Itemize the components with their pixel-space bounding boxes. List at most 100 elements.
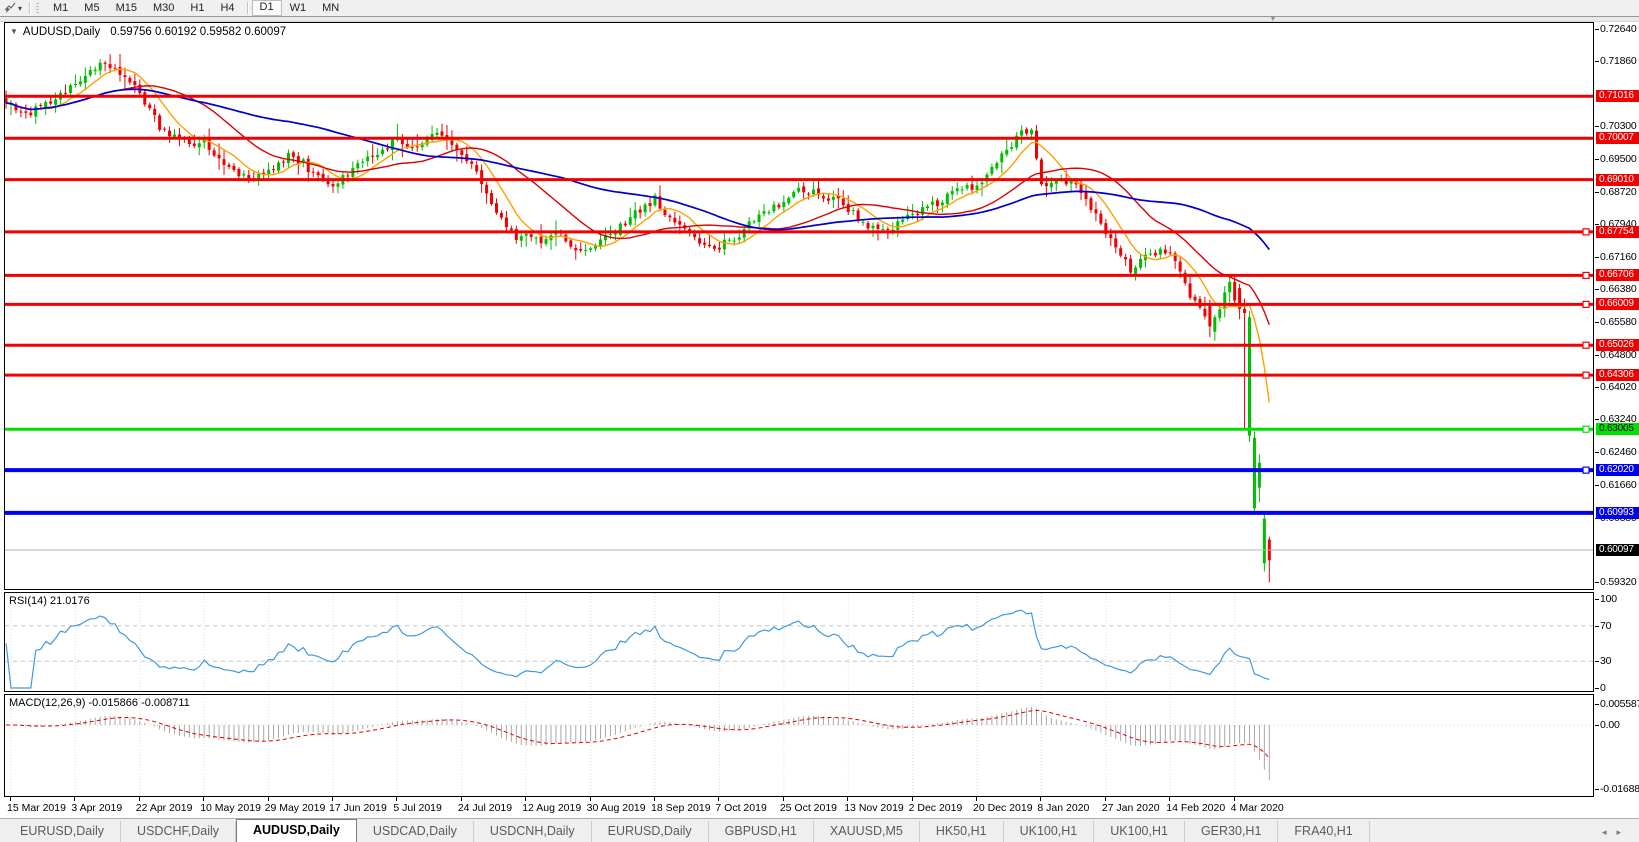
date-axis-label: 2 Dec 2019 (909, 802, 963, 814)
chart-tab-usdcnh-daily[interactable]: USDCNH,Daily (474, 821, 592, 842)
current-price-tag: 0.60097 (1596, 544, 1639, 556)
price-axis-tick-tickmark (1595, 29, 1599, 30)
toolbar-grip[interactable] (36, 3, 39, 14)
chart-tab-eurusd-daily[interactable]: EURUSD,Daily (592, 821, 709, 842)
date-axis-tickmark (590, 797, 591, 801)
tab-scroll-arrows[interactable]: ◂▸ (1602, 827, 1631, 838)
chart-tab-usdchf-daily[interactable]: USDCHF,Daily (121, 821, 236, 842)
timeframe-button-d1[interactable]: D1 (252, 0, 282, 16)
date-axis-label: 25 Oct 2019 (780, 802, 837, 814)
timeframe-button-m30[interactable]: M30 (145, 0, 182, 16)
chart-tab-audusd-daily[interactable]: AUDUSD,Daily (236, 819, 357, 842)
price-chart-panel[interactable]: ▼ AUDUSD,Daily 0.59756 0.60192 0.59582 0.6… (4, 22, 1594, 590)
date-axis-tickmark (654, 797, 655, 801)
date-axis-tickmark (1169, 797, 1170, 801)
timeframe-button-m5[interactable]: M5 (76, 0, 107, 16)
date-axis-label: 7 Oct 2019 (715, 802, 766, 814)
collapse-icon[interactable]: ▼ (10, 27, 18, 36)
price-axis-tick-tickmark (1595, 192, 1599, 193)
candlestick-chart[interactable] (5, 23, 1593, 589)
chart-tab-hk50-h1[interactable]: HK50,H1 (920, 821, 1004, 842)
toolbar-separator (247, 2, 248, 14)
rsi-panel[interactable]: RSI(14) 21.0176 (4, 592, 1594, 692)
date-axis-tickmark (461, 797, 462, 801)
chart-tab-fra40-h1[interactable]: FRA40,H1 (1278, 821, 1369, 842)
price-level-tag: 0.60993 (1596, 507, 1639, 519)
macd-axis-tick: 0.00 (1600, 719, 1620, 731)
price-axis-tick: 0.63240 (1600, 413, 1637, 425)
chart-ohlc-values: 0.59756 0.60192 0.59582 0.60097 (110, 26, 286, 38)
chart-tab-uk100-h1[interactable]: UK100,H1 (1094, 821, 1185, 842)
date-axis-tickmark (1040, 797, 1041, 801)
chart-tab-ger30-h1[interactable]: GER30,H1 (1185, 821, 1278, 842)
timeframe-button-h1[interactable]: H1 (182, 0, 212, 16)
rsi-chart[interactable] (5, 593, 1593, 691)
date-axis-label: 18 Sep 2019 (651, 802, 711, 814)
date-axis-tickmark (718, 797, 719, 801)
date-axis-label: 15 Mar 2019 (7, 802, 66, 814)
tab-scroll-right-icon[interactable]: ▸ (1616, 827, 1631, 837)
date-axis-label: 14 Feb 2020 (1166, 802, 1225, 814)
rsi-axis-tick-tickmark (1595, 688, 1599, 689)
date-axis-tickmark (1105, 797, 1106, 801)
macd-panel[interactable]: MACD(12,26,9) -0.015866 -0.008711 (4, 694, 1594, 797)
date-axis-tickmark (10, 797, 11, 801)
price-axis-tick: 0.67160 (1600, 251, 1637, 263)
price-axis-tick-tickmark (1595, 485, 1599, 486)
macd-axis-tick: -0.016887 (1600, 783, 1639, 795)
date-axis-tickmark (1234, 797, 1235, 801)
date-axis-tickmark (268, 797, 269, 801)
price-axis-tick-tickmark (1595, 419, 1599, 420)
date-axis-tickmark (396, 797, 397, 801)
price-axis-tick: 0.64800 (1600, 349, 1637, 361)
price-level-tag: 0.62020 (1596, 464, 1639, 476)
timeframe-button-h4[interactable]: H4 (212, 0, 242, 16)
tab-scroll-left-icon[interactable]: ◂ (1602, 827, 1617, 837)
rsi-axis-tick: 30 (1600, 655, 1611, 667)
date-axis-label: 8 Jan 2020 (1037, 802, 1089, 814)
price-axis-tick-tickmark (1595, 159, 1599, 160)
date-axis-label: 24 Jul 2019 (458, 802, 512, 814)
rsi-axis-tick: 70 (1600, 620, 1611, 632)
price-level-tag: 0.70007 (1596, 132, 1639, 144)
chart-tab-eurusd-daily[interactable]: EURUSD,Daily (4, 821, 121, 842)
timeframe-button-m1[interactable]: M1 (45, 0, 76, 16)
chevron-down-icon[interactable]: ▾ (18, 4, 22, 13)
timeframe-button-w1[interactable]: W1 (282, 0, 315, 16)
chart-tab-uk100-h1[interactable]: UK100,H1 (1004, 821, 1095, 842)
date-axis-label: 10 May 2019 (200, 802, 261, 814)
rsi-axis-tick-tickmark (1595, 599, 1599, 600)
date-axis-tickmark (976, 797, 977, 801)
rsi-axis-tick: 100 (1600, 593, 1617, 605)
price-axis-tick-tickmark (1595, 355, 1599, 356)
date-axis-tickmark (847, 797, 848, 801)
price-level-tag: 0.64306 (1596, 369, 1639, 381)
timeframe-toolbar: ▾ M1M5M15M30H1H4 D1W1MN (0, 0, 1639, 17)
price-level-tag: 0.69010 (1596, 174, 1639, 186)
macd-label: MACD(12,26,9) -0.015866 -0.008711 (9, 697, 190, 709)
date-axis-label: 30 Aug 2019 (587, 802, 646, 814)
date-axis-tickmark (139, 797, 140, 801)
timeframe-button-m15[interactable]: M15 (108, 0, 145, 16)
cursor-chart-icon[interactable] (2, 1, 18, 15)
chart-tab-xauusd-m5[interactable]: XAUUSD,M5 (814, 821, 920, 842)
price-axis-tick-tickmark (1595, 61, 1599, 62)
toolbar-separator (29, 2, 30, 14)
price-axis-tick-tickmark (1595, 518, 1599, 519)
date-axis-label: 29 May 2019 (265, 802, 326, 814)
price-level-tag: 0.66706 (1596, 269, 1639, 281)
price-axis-tick-tickmark (1595, 387, 1599, 388)
price-axis-tick: 0.64020 (1600, 381, 1637, 393)
chart-title: ▼ AUDUSD,Daily 0.59756 0.60192 0.59582 0.6… (10, 26, 286, 38)
date-axis-label: 20 Dec 2019 (973, 802, 1033, 814)
price-level-tag: 0.66009 (1596, 298, 1639, 310)
macd-chart[interactable] (5, 695, 1593, 796)
date-axis-tickmark (525, 797, 526, 801)
chart-tab-gbpusd-h1[interactable]: GBPUSD,H1 (709, 821, 814, 842)
chart-symbol-label: AUDUSD,Daily (23, 26, 100, 38)
price-axis-tick: 0.65580 (1600, 316, 1637, 328)
timeframe-button-mn[interactable]: MN (314, 0, 347, 16)
date-axis-tickmark (783, 797, 784, 801)
chart-tab-usdcad-daily[interactable]: USDCAD,Daily (357, 821, 474, 842)
date-axis-tickmark (74, 797, 75, 801)
